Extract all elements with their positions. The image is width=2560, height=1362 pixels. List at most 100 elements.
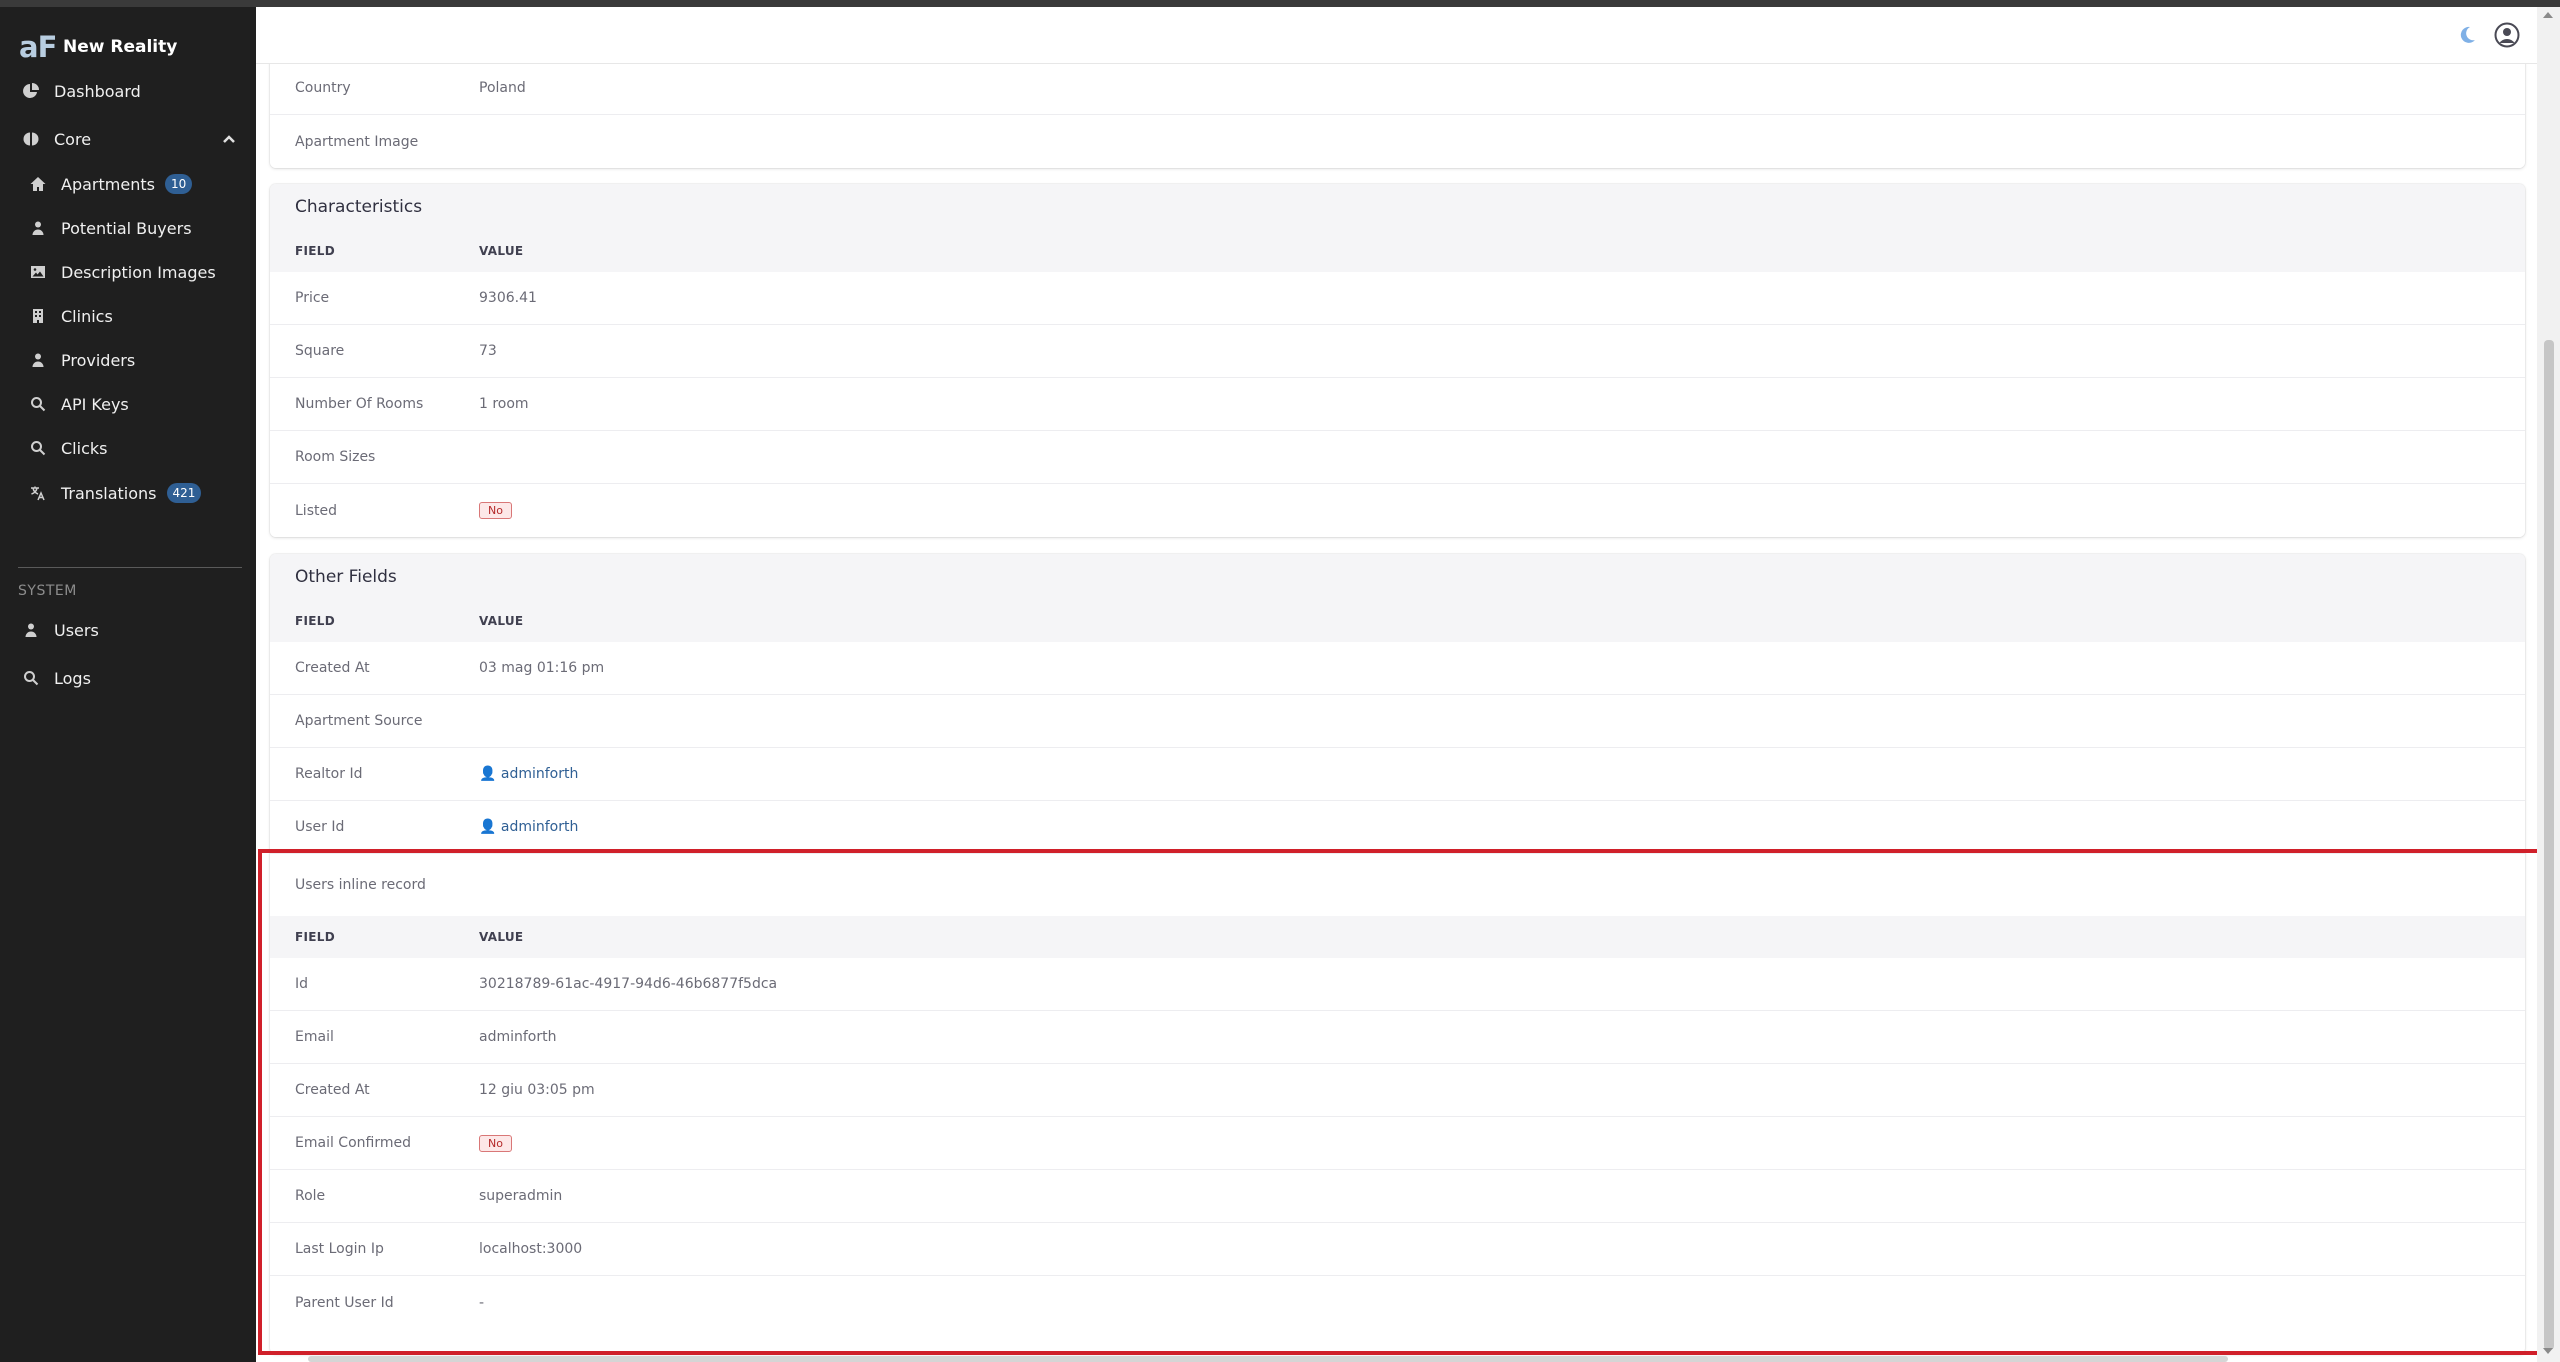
column-header-value: VALUE: [479, 244, 524, 258]
field-name: Id: [295, 976, 309, 992]
table-row: Listed No: [270, 484, 2525, 537]
sidebar-item-label: Description Images: [61, 262, 216, 282]
field-value: No: [479, 1134, 2525, 1152]
table-row: Price 9306.41: [270, 272, 2525, 325]
sidebar-item-label: Dashboard: [54, 81, 141, 101]
field-name: Square: [295, 343, 345, 359]
search-icon: [29, 395, 47, 413]
user-icon: [29, 219, 47, 237]
section-title: Characteristics: [270, 184, 2525, 230]
sidebar-item-api-keys[interactable]: API Keys: [0, 384, 256, 424]
building-icon: [29, 307, 47, 325]
sidebar-divider: [18, 567, 242, 568]
sidebar-item-clinics[interactable]: Clinics: [0, 296, 256, 336]
scrollbar-thumb[interactable]: [2544, 340, 2554, 1350]
user-icon: 👤: [479, 766, 497, 782]
field-name: Apartment Source: [295, 713, 423, 729]
sidebar-item-dashboard[interactable]: Dashboard: [0, 71, 256, 111]
field-name: Email Confirmed: [295, 1135, 411, 1151]
table-row: Square 73: [270, 325, 2525, 378]
field-name: Parent User Id: [295, 1294, 394, 1311]
chevron-up-icon[interactable]: [222, 132, 236, 151]
field-name: Number Of Rooms: [295, 396, 424, 412]
field-name: Email: [295, 1029, 334, 1045]
column-header-value: VALUE: [479, 614, 524, 628]
sidebar-item-clicks[interactable]: Clicks: [0, 428, 256, 468]
sidebar-item-apartments[interactable]: Apartments 10: [0, 164, 256, 204]
window-top-strip: [0, 0, 2560, 7]
other-fields-card: Other Fields FIELD VALUE Created At 03 m…: [270, 554, 2525, 1354]
field-name: User Id: [295, 819, 345, 835]
table-row: Created At 12 giu 03:05 pm: [270, 1064, 2525, 1117]
general-card: Country Poland Apartment Image: [270, 64, 2525, 168]
table-row: User Id 👤 adminforth: [270, 801, 2525, 854]
table-header: FIELD VALUE: [270, 916, 2525, 958]
brand[interactable]: aF New Reality: [19, 27, 177, 67]
scroll-up-arrow-icon[interactable]: [2543, 12, 2553, 18]
field-name: Listed: [295, 502, 337, 519]
table-row: Id 30218789-61ac-4917-94d6-46b6877f5dca: [270, 958, 2525, 1011]
core-icon: [22, 130, 40, 148]
field-name: Created At: [295, 1082, 370, 1098]
table-header: FIELD VALUE: [270, 600, 2525, 642]
table-row: Realtor Id 👤 adminforth: [270, 748, 2525, 801]
user-circle-icon[interactable]: [2494, 22, 2520, 48]
realtor-link[interactable]: 👤 adminforth: [479, 766, 2525, 782]
section-title: Other Fields: [270, 554, 2525, 600]
field-value: No: [479, 502, 2525, 519]
sidebar-item-logs[interactable]: Logs: [0, 658, 256, 698]
field-value: 03 mag 01:16 pm: [479, 660, 605, 676]
table-row: Last Login Ip localhost:3000: [270, 1223, 2525, 1276]
sidebar-item-description-images[interactable]: Description Images: [0, 252, 256, 292]
sidebar-item-translations[interactable]: Translations 421: [0, 473, 256, 513]
image-icon: [29, 263, 47, 281]
horizontal-scrollbar[interactable]: [308, 1356, 2228, 1362]
field-name: Room Sizes: [295, 449, 376, 465]
table-header: FIELD VALUE: [270, 230, 2525, 272]
moon-icon[interactable]: [2456, 24, 2478, 46]
top-bar: [256, 7, 2537, 64]
column-header-value: VALUE: [479, 930, 524, 944]
sidebar-item-label: Translations: [61, 483, 157, 503]
user-icon: 👤: [479, 819, 497, 835]
link-text: adminforth: [500, 819, 579, 835]
home-icon: [29, 175, 47, 193]
sidebar-item-label: Users: [54, 620, 99, 640]
table-row: Country Poland: [270, 64, 2525, 115]
sidebar-item-label: API Keys: [61, 394, 129, 414]
brand-name: New Reality: [63, 37, 178, 57]
column-header-field: FIELD: [295, 930, 335, 944]
scroll-down-arrow-icon[interactable]: [2543, 1348, 2553, 1354]
pie-chart-icon: [22, 82, 40, 100]
sidebar: aF New Reality Dashboard Core Apartments…: [0, 7, 256, 1362]
table-row: Email Confirmed No: [270, 1117, 2525, 1170]
sidebar-item-label: Logs: [54, 668, 91, 688]
field-name: Apartment Image: [295, 133, 419, 150]
table-row: Parent User Id -: [270, 1276, 2525, 1329]
sidebar-item-label: Potential Buyers: [61, 218, 192, 238]
main-content: Country Poland Apartment Image Character…: [256, 64, 2537, 1362]
table-row: Role superadmin: [270, 1170, 2525, 1223]
column-header-field: FIELD: [295, 244, 335, 258]
sidebar-section-label: SYSTEM: [18, 583, 77, 599]
field-value: adminforth: [479, 1029, 557, 1045]
search-icon: [22, 669, 40, 687]
field-value: 1 room: [479, 396, 529, 412]
sidebar-item-potential-buyers[interactable]: Potential Buyers: [0, 208, 256, 248]
sidebar-item-providers[interactable]: Providers: [0, 340, 256, 380]
field-name: Created At: [295, 660, 370, 676]
table-row: Created At 03 mag 01:16 pm: [270, 642, 2525, 695]
sidebar-item-label: Providers: [61, 350, 136, 370]
user-icon: [29, 351, 47, 369]
sidebar-item-core[interactable]: Core: [0, 119, 256, 159]
table-row: Apartment Source: [270, 695, 2525, 748]
inline-record-title: Users inline record: [270, 854, 2525, 916]
translate-icon: [29, 484, 47, 502]
table-row: Room Sizes: [270, 431, 2525, 484]
sidebar-item-users[interactable]: Users: [0, 610, 256, 650]
user-link[interactable]: 👤 adminforth: [479, 819, 2525, 835]
status-badge: No: [479, 502, 512, 519]
field-name: Country: [295, 80, 351, 96]
sidebar-item-label: Core: [54, 129, 92, 149]
table-row: Number Of Rooms 1 room: [270, 378, 2525, 431]
